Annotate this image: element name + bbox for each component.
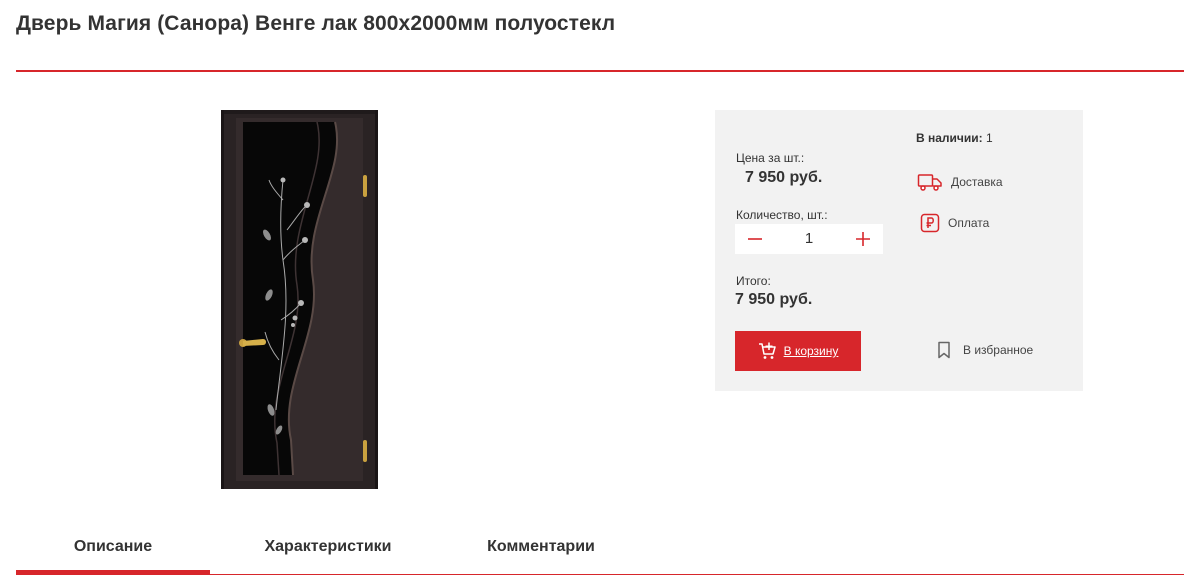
bookmark-icon	[938, 341, 950, 359]
payment-label: Оплата	[948, 216, 990, 230]
tabs-divider	[16, 574, 1184, 575]
quantity-stepper: 1	[735, 224, 883, 254]
tab-specifications[interactable]: Характеристики	[228, 530, 428, 574]
truck-icon	[917, 174, 942, 191]
stock-label: В наличии:	[916, 131, 983, 145]
add-to-cart-label: В корзину	[783, 344, 839, 358]
delivery-link[interactable]: Доставка	[917, 172, 1003, 192]
quantity-input[interactable]: 1	[775, 224, 843, 254]
ruble-icon	[920, 213, 940, 233]
product-image[interactable]	[221, 110, 378, 489]
cart-plus-icon	[758, 342, 776, 359]
add-to-favorites-button[interactable]: В избранное	[937, 341, 1033, 359]
increase-quantity-button[interactable]	[843, 224, 883, 254]
decrease-quantity-button[interactable]	[735, 224, 775, 254]
tab-description[interactable]: Описание	[16, 530, 210, 574]
minus-icon	[748, 238, 762, 240]
payment-link[interactable]: Оплата	[920, 213, 989, 233]
quantity-label: Количество, шт.:	[736, 208, 828, 222]
add-to-cart-button[interactable]: В корзину	[735, 331, 861, 371]
plus-icon	[856, 232, 870, 246]
delivery-label: Доставка	[951, 175, 1003, 189]
favorite-label: В избранное	[963, 343, 1034, 357]
stock-status: В наличии: 1	[916, 131, 993, 145]
total-label: Итого:	[736, 274, 771, 288]
total-value: 7 950 руб.	[735, 291, 813, 308]
price-label: Цена за шт.:	[736, 151, 805, 165]
page-title: Дверь Магия (Санора) Венге лак 800х2000м…	[16, 12, 616, 35]
product-tabs: Описание Характеристики Комментарии	[16, 530, 1184, 576]
title-divider	[16, 70, 1184, 72]
stock-count: 1	[985, 131, 993, 145]
tab-comments[interactable]: Комментарии	[456, 530, 626, 574]
purchase-panel: Цена за шт.: 7 950 руб. Количество, шт.:…	[715, 110, 1083, 391]
price-value: 7 950 руб.	[745, 169, 823, 186]
